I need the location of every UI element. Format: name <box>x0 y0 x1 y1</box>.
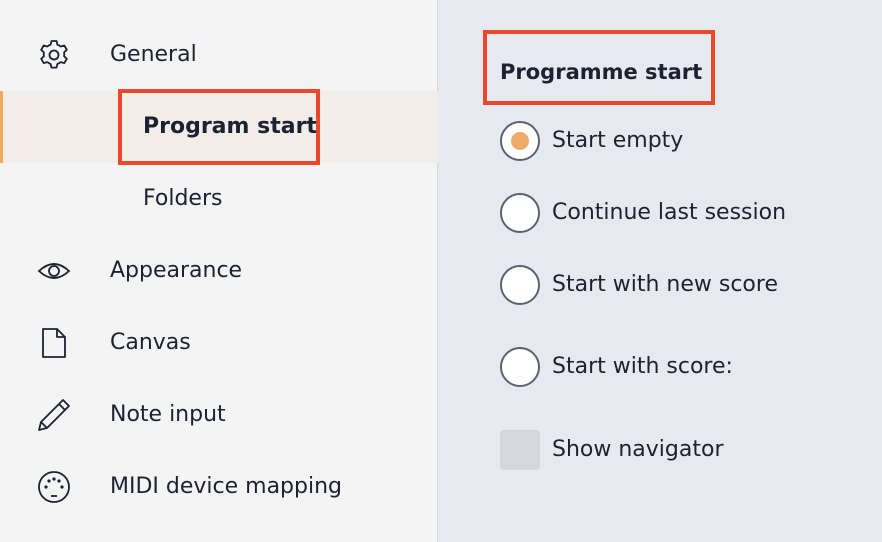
radio-start-with-new-score[interactable]: Start with new score <box>500 264 860 306</box>
sidebar-item-label: Appearance <box>110 258 243 283</box>
sidebar-item-label: General <box>110 42 197 67</box>
preferences-sidebar: General Program start Folders Appearance… <box>0 0 438 542</box>
radio-start-with-score[interactable]: Start with score: <box>500 346 860 388</box>
sidebar-item-general[interactable]: General <box>0 19 438 91</box>
sidebar-item-canvas[interactable]: Canvas <box>0 307 438 379</box>
sidebar-item-program-start[interactable]: Program start <box>0 91 438 163</box>
sidebar-item-note-input[interactable]: Note input <box>0 379 438 451</box>
option-label: Start with score: <box>552 354 733 379</box>
eye-icon <box>36 253 72 289</box>
radio-button-checked[interactable] <box>500 121 540 161</box>
checkbox-show-navigator[interactable]: Show navigator <box>500 429 860 471</box>
option-label: Start with new score <box>552 272 778 297</box>
section-title: Programme start <box>500 60 703 84</box>
midi-icon <box>36 469 72 505</box>
gear-icon <box>36 37 72 73</box>
radio-button[interactable] <box>500 265 540 305</box>
sidebar-item-label: Folders <box>143 186 223 211</box>
option-label: Start empty <box>552 128 684 153</box>
sidebar-item-label: Program start <box>143 114 317 139</box>
checkbox[interactable] <box>500 430 540 470</box>
option-label: Continue last session <box>552 200 787 225</box>
radio-button[interactable] <box>500 193 540 233</box>
radio-dot <box>511 132 529 150</box>
radio-continue-last-session[interactable]: Continue last session <box>500 192 860 234</box>
radio-button[interactable] <box>500 347 540 387</box>
sidebar-item-folders[interactable]: Folders <box>0 163 438 235</box>
option-label: Show navigator <box>552 437 724 462</box>
radio-start-empty[interactable]: Start empty <box>500 120 860 162</box>
document-icon <box>36 325 72 361</box>
sidebar-item-label: MIDI device mapping <box>110 474 343 499</box>
sidebar-item-midi-device-mapping[interactable]: MIDI device mapping <box>0 451 438 523</box>
sidebar-item-appearance[interactable]: Appearance <box>0 235 438 307</box>
sidebar-item-label: Note input <box>110 402 226 427</box>
preferences-main-panel: Programme start Start empty Continue las… <box>439 0 882 542</box>
sidebar-item-label: Canvas <box>110 330 191 355</box>
pencil-icon <box>36 397 72 433</box>
